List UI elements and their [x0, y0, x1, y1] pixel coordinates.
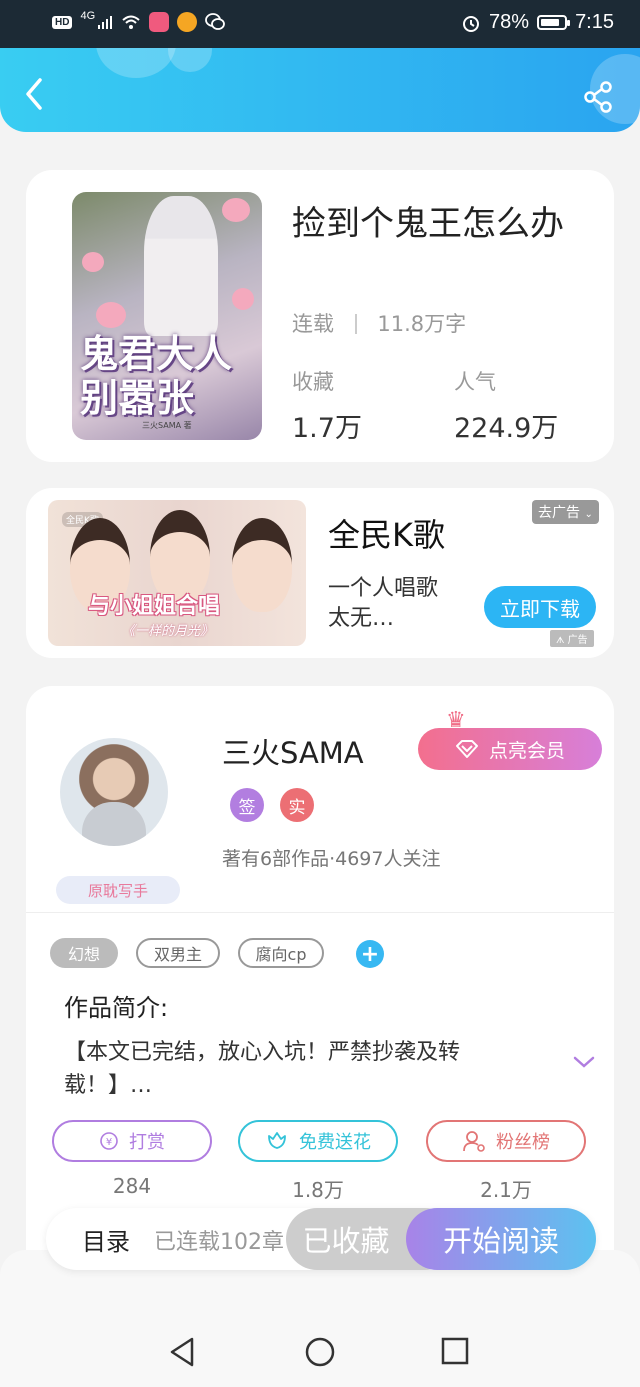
- wifi-icon: [122, 15, 140, 29]
- system-nav-bar: [0, 1250, 640, 1387]
- share-button[interactable]: [582, 80, 616, 114]
- book-status: 连载: [292, 312, 334, 336]
- vip-button[interactable]: 点亮会员: [418, 728, 602, 770]
- svg-text:¥: ¥: [106, 1137, 112, 1148]
- flower-icon: [268, 1132, 286, 1149]
- ad-description: 一个人唱歌太无…: [328, 576, 439, 631]
- vip-label: 点亮会员: [488, 739, 565, 762]
- tag-bl-cp[interactable]: 腐向cp: [238, 938, 324, 968]
- ad-download-button[interactable]: 立即下载: [484, 586, 596, 628]
- send-flower-button[interactable]: 免费送花: [238, 1120, 398, 1162]
- chapter-status: 已连载102章: [154, 1230, 284, 1255]
- chevron-left-icon: [26, 78, 42, 110]
- collect-label: 收藏: [292, 370, 334, 394]
- tag-fantasy[interactable]: 幻想: [50, 938, 118, 968]
- back-button[interactable]: [20, 76, 52, 112]
- nav-back-icon[interactable]: [168, 1336, 198, 1368]
- author-avatar[interactable]: [60, 738, 168, 846]
- flower-count: 1.8万: [292, 1178, 344, 1202]
- share-icon: [584, 81, 612, 113]
- battery-percent: 78%: [489, 11, 530, 33]
- writer-tag: 原耽写手: [56, 876, 180, 904]
- nav-recent-icon[interactable]: [440, 1336, 470, 1366]
- add-tag-button[interactable]: +: [356, 940, 384, 968]
- status-right: 78% 7:15: [461, 11, 614, 34]
- app-icon-orange: [177, 12, 198, 32]
- app-icon-red: [149, 12, 170, 32]
- ad-image-subtitle: 《一样的月光》: [122, 624, 214, 639]
- collect-value: 1.7万: [292, 413, 362, 444]
- hd-badge: HD: [52, 15, 73, 29]
- diamond-icon: [455, 740, 478, 758]
- ad-card[interactable]: 全民K歌 与小姐姐合唱 《一样的月光》 全民K歌 一个人唱歌太无… 去广告 ⌄ …: [26, 488, 614, 658]
- header: [0, 48, 640, 132]
- popularity-label: 人气: [454, 370, 496, 394]
- author-name[interactable]: 三火SAMA: [222, 730, 364, 772]
- cover-character: [144, 196, 218, 336]
- cover-title: 鬼君大人别嚣张: [80, 331, 233, 420]
- nav-home-icon[interactable]: [304, 1336, 336, 1368]
- ad-image[interactable]: 全民K歌 与小姐姐合唱 《一样的月光》: [48, 500, 306, 646]
- popularity-value: 224.9万: [454, 413, 559, 444]
- toc-button[interactable]: 目录: [82, 1222, 130, 1257]
- reward-label: 打赏: [129, 1132, 165, 1153]
- remove-ad-button[interactable]: 去广告 ⌄: [532, 500, 599, 524]
- word-count: 11.8万字: [377, 312, 467, 336]
- signed-badge: 签: [230, 788, 264, 822]
- ad-image-slogan: 与小姐姐合唱: [88, 594, 221, 619]
- book-info-card: 鬼君大人别嚣张 三火SAMA 著 捡到个鬼王怎么办 连载 11.8万字 收藏 1…: [26, 170, 614, 462]
- plus-icon: +: [360, 941, 380, 967]
- fans-label: 粉丝榜: [496, 1132, 550, 1153]
- status-left: HD 4G: [52, 10, 226, 32]
- clock: 7:15: [575, 11, 614, 33]
- start-reading-button[interactable]: 开始阅读: [406, 1208, 596, 1270]
- network-label: 4G: [80, 10, 96, 22]
- battery-icon: [537, 15, 571, 30]
- book-cover[interactable]: 鬼君大人别嚣张 三火SAMA 著: [72, 192, 262, 440]
- ad-mark: ᗑ 广告: [550, 630, 594, 647]
- expand-intro-button[interactable]: [572, 1048, 596, 1076]
- flower-label: 免费送花: [299, 1132, 371, 1153]
- remove-ad-label: 去广告: [538, 505, 580, 521]
- author-stats: 著有6部作品·4697人关注: [222, 848, 441, 870]
- divider: [26, 912, 614, 913]
- alarm-icon: [463, 15, 480, 32]
- yen-icon: ¥: [100, 1132, 118, 1150]
- reward-count: 284: [112, 1174, 152, 1198]
- wechat-icon: [205, 13, 226, 30]
- ad-logo-icon: ᗑ: [556, 636, 565, 646]
- signal-icon: [98, 16, 113, 29]
- status-bar: HD 4G 78% 7:15: [0, 0, 640, 48]
- fans-count: 2.1万: [480, 1178, 532, 1202]
- intro-heading: 作品简介:: [64, 994, 169, 1022]
- fans-rank-button[interactable]: 粉丝榜: [426, 1120, 586, 1162]
- verified-badge: 实: [280, 788, 314, 822]
- chevron-down-icon: [573, 1056, 595, 1068]
- chevron-down-icon: ⌄: [584, 509, 593, 520]
- reward-button[interactable]: ¥ 打赏: [52, 1120, 212, 1162]
- bottom-action-bar: 目录 已连载102章 已收藏 开始阅读: [46, 1208, 596, 1270]
- cover-author: 三火SAMA 著: [142, 421, 192, 430]
- ad-title: 全民K歌: [328, 516, 445, 554]
- user-icon: [463, 1131, 485, 1152]
- book-meta: 连载 11.8万字: [292, 308, 466, 338]
- book-title: 捡到个鬼王怎么办: [292, 204, 564, 244]
- meta-divider: [354, 314, 357, 334]
- tag-double-male[interactable]: 双男主: [136, 938, 220, 968]
- intro-text: 【本文已完结，放心入坑！严禁抄袭及转载！】…: [64, 1040, 461, 1098]
